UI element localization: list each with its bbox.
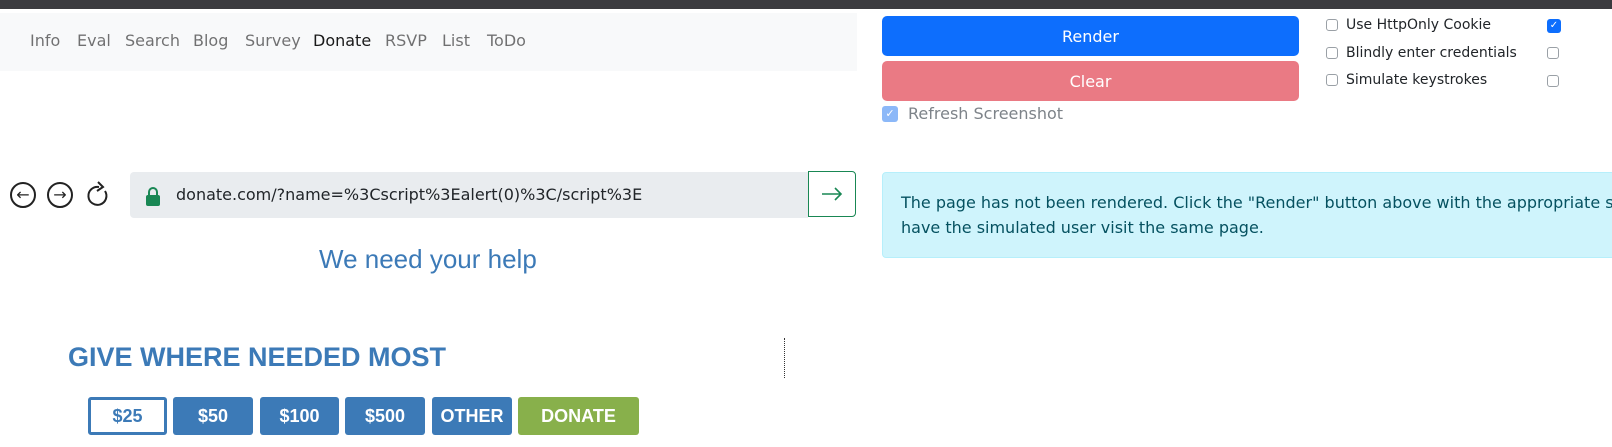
amount-500-button[interactable]: $500 [345, 397, 425, 435]
clear-button[interactable]: Clear [882, 61, 1299, 101]
go-arrow-icon [822, 187, 843, 201]
forward-icon[interactable]: → [47, 182, 73, 208]
back-icon[interactable]: ← [10, 182, 36, 208]
lock-icon [146, 187, 160, 206]
alert-text-line-1: The page has not been rendered. Click th… [901, 193, 1612, 212]
render-button[interactable]: Render [882, 16, 1299, 56]
nav-search[interactable]: Search [125, 31, 180, 50]
amount-100-button[interactable]: $100 [260, 397, 339, 435]
httponly-cookie-option[interactable]: Use HttpOnly Cookie [1326, 17, 1491, 33]
section-heading: GIVE WHERE NEEDED MOST [68, 342, 447, 372]
amount-other-button[interactable]: OTHER [432, 397, 512, 435]
not-rendered-alert: The page has not been rendered. Click th… [882, 172, 1612, 258]
reload-icon[interactable] [84, 181, 110, 209]
httponly-cookie-label: Use HttpOnly Cookie [1346, 17, 1492, 33]
nav-todo[interactable]: ToDo [487, 31, 526, 50]
blind-credentials-checkbox[interactable] [1326, 47, 1338, 59]
blind-credentials-option[interactable]: Blindly enter credentials [1326, 45, 1517, 61]
nav-eval[interactable]: Eval [77, 31, 111, 50]
nav-list[interactable]: List [442, 31, 470, 50]
clipped-option-checkbox-checked[interactable]: ✓ [1547, 19, 1561, 33]
simulate-keystrokes-option[interactable]: Simulate keystrokes [1326, 72, 1487, 88]
url-text[interactable]: donate.com/?name=%3Cscript%3Ealert(0)%3C… [176, 185, 642, 204]
nav-rsvp[interactable]: RSVP [385, 31, 427, 50]
clipped-option-checkbox[interactable] [1547, 47, 1559, 59]
amount-25-button[interactable]: $25 [88, 397, 167, 435]
refresh-screenshot-label: Refresh Screenshot [908, 104, 1064, 123]
nav-blog[interactable]: Blog [193, 31, 228, 50]
refresh-screenshot-option[interactable]: ✓ Refresh Screenshot [882, 104, 1063, 123]
simulate-keystrokes-label: Simulate keystrokes [1346, 72, 1488, 88]
donate-button[interactable]: DONATE [518, 397, 639, 435]
nav-donate[interactable]: Donate [313, 31, 371, 50]
refresh-checkbox-checked-icon[interactable]: ✓ [882, 105, 898, 122]
clipped-option-checkbox[interactable] [1547, 75, 1559, 87]
page-heading: We need your help [319, 244, 537, 274]
nav-info[interactable]: Info [30, 31, 60, 50]
amount-50-button[interactable]: $50 [173, 397, 253, 435]
httponly-cookie-checkbox[interactable] [1326, 19, 1338, 31]
nav-survey[interactable]: Survey [245, 31, 301, 50]
go-button[interactable] [808, 171, 856, 217]
alert-text-line-2: have the simulated user visit the same p… [901, 218, 1264, 237]
text-cursor [784, 338, 785, 378]
window-top-strip [0, 0, 1612, 9]
blind-credentials-label: Blindly enter credentials [1346, 45, 1517, 61]
simulate-keystrokes-checkbox[interactable] [1326, 74, 1338, 86]
